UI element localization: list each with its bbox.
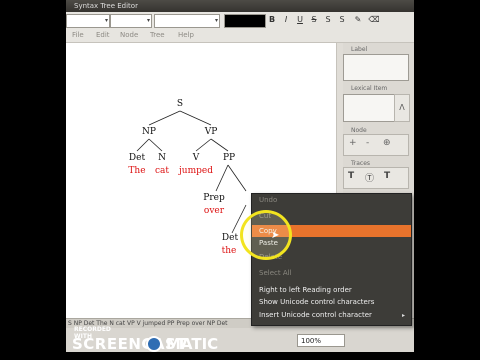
- menu-item-show-unicode[interactable]: Show Unicode control characters: [259, 297, 374, 308]
- tree-leaf[interactable]: jumped: [179, 166, 213, 176]
- superscript-button[interactable]: S: [322, 14, 334, 26]
- trace-icon[interactable]: T: [348, 171, 354, 181]
- menu-help[interactable]: Help: [178, 29, 194, 42]
- tree-leaf[interactable]: The: [128, 166, 145, 176]
- click-highlight-ring: [240, 210, 292, 260]
- tree-node[interactable]: VP: [205, 127, 218, 137]
- menu-tree[interactable]: Tree: [150, 29, 165, 42]
- trace-circled-icon[interactable]: Ⓣ: [365, 171, 374, 184]
- underline-button[interactable]: U: [294, 14, 306, 26]
- tree-node[interactable]: Prep: [203, 193, 224, 203]
- tree-leaf[interactable]: over: [204, 206, 224, 216]
- triangle-button[interactable]: Λ: [394, 94, 410, 122]
- menu-item-insert-unicode[interactable]: Insert Unicode control character: [259, 310, 372, 321]
- italic-button[interactable]: I: [280, 14, 292, 26]
- menu-item-select-all[interactable]: Select All: [259, 268, 292, 279]
- tree-leaf[interactable]: the: [222, 246, 237, 256]
- lexical-item-field[interactable]: [343, 94, 395, 122]
- tree-node[interactable]: Det: [222, 233, 238, 243]
- font-family-combo[interactable]: ▾: [66, 14, 110, 28]
- lexical-item-heading: Lexical Item: [351, 85, 388, 92]
- tree-node[interactable]: S: [177, 99, 183, 109]
- traces-heading: Traces: [351, 160, 371, 167]
- subscript-button[interactable]: S: [336, 14, 348, 26]
- menu-node[interactable]: Node: [120, 29, 138, 42]
- tree-node[interactable]: N: [158, 153, 166, 163]
- menu-item-undo[interactable]: Undo: [259, 195, 277, 206]
- add-node-icon[interactable]: +: [349, 138, 357, 148]
- submenu-arrow-icon: ▸: [401, 312, 405, 319]
- tree-node[interactable]: V: [193, 153, 200, 163]
- menu-item-rtl[interactable]: Right to left Reading order: [259, 285, 352, 296]
- watermark-brand-right: MATIC: [166, 335, 219, 353]
- tree-node[interactable]: NP: [142, 127, 156, 137]
- zoom-select[interactable]: 100%: [297, 334, 345, 347]
- tree-node[interactable]: Det: [129, 153, 145, 163]
- label-field[interactable]: [343, 54, 409, 81]
- font-size-combo[interactable]: ▾: [110, 14, 152, 28]
- chevron-down-icon: ▾: [104, 17, 108, 24]
- trace-controls: T Ⓣ T: [343, 167, 409, 189]
- bold-button[interactable]: B: [266, 14, 278, 26]
- trace-remove-icon[interactable]: T: [384, 171, 390, 181]
- remove-node-icon[interactable]: -: [366, 138, 369, 148]
- menu-edit[interactable]: Edit: [96, 29, 110, 42]
- tree-leaf[interactable]: cat: [155, 166, 169, 176]
- node-controls: + - ⊕: [343, 134, 409, 156]
- watermark-logo-icon: [146, 336, 162, 352]
- menu-bar: File Edit Node Tree Help: [66, 29, 414, 43]
- eraser-icon[interactable]: ⌫: [368, 14, 380, 26]
- chevron-down-icon: ▾: [146, 17, 150, 24]
- format-icon[interactable]: ✎: [352, 14, 364, 26]
- menu-file[interactable]: File: [72, 29, 84, 42]
- label-heading: Label: [351, 46, 368, 53]
- chevron-down-icon: ▾: [214, 17, 218, 24]
- toolbar: ▾ ▾ ▾ B I U S S S ✎ ⌫: [66, 12, 414, 30]
- letterbox-bottom: [66, 352, 414, 360]
- tree-node[interactable]: PP: [223, 153, 235, 163]
- node-heading: Node: [351, 127, 367, 134]
- join-node-icon[interactable]: ⊕: [383, 138, 391, 148]
- strikethrough-button[interactable]: S: [308, 14, 320, 26]
- color-swatch[interactable]: [224, 14, 266, 28]
- style-combo[interactable]: ▾: [154, 14, 220, 28]
- window-title: Syntax Tree Editor: [74, 2, 138, 10]
- title-bar: Syntax Tree Editor: [66, 0, 414, 12]
- mouse-cursor-icon: ➤: [271, 230, 280, 241]
